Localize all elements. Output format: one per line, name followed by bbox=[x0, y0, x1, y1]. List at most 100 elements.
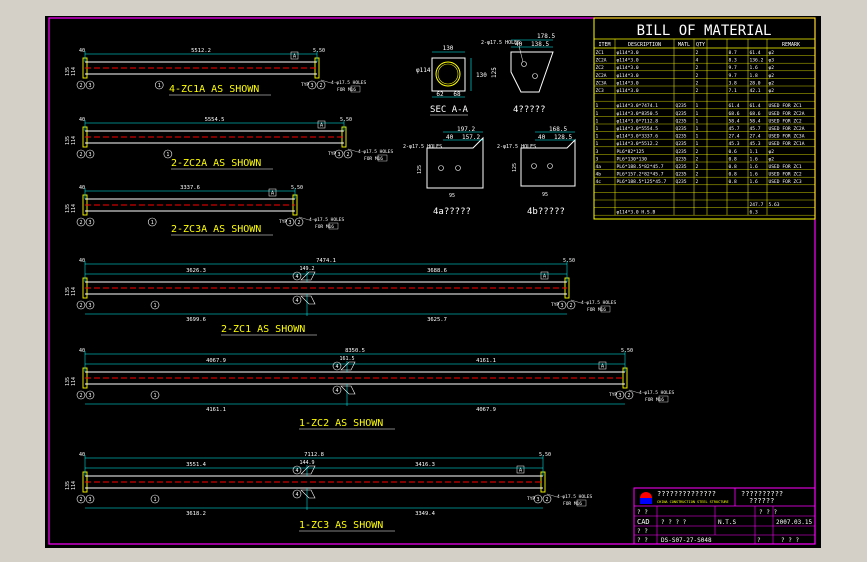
bom-cell: ZC1 bbox=[596, 50, 605, 56]
bom-cell: ZC3 bbox=[596, 88, 605, 94]
bom-cell: 3 bbox=[596, 156, 599, 162]
section-marker-letter: A bbox=[320, 123, 323, 129]
bom-cell: φ2 bbox=[769, 73, 775, 79]
detail-4a: 197.2 40 157.2 2-φ17.5 HOLES 125 95 4a??… bbox=[403, 126, 484, 217]
item-balloon-number: 4 bbox=[335, 364, 338, 370]
d4b-dim1: 168.5 bbox=[549, 126, 567, 133]
bom-cell: φ114*3.0*7474.1 bbox=[617, 103, 659, 109]
d4b-dim2: 40 bbox=[538, 134, 546, 141]
bom-cell: 2 bbox=[696, 73, 699, 79]
bom-cell: 5.63 bbox=[769, 202, 780, 208]
bom-cell: 1 bbox=[596, 103, 599, 109]
item-balloon-number: 3 bbox=[88, 497, 91, 503]
bom-cell: USED FOR ZC2 bbox=[769, 118, 802, 124]
gusset-plate bbox=[300, 489, 316, 499]
bom-cell: 27.4 bbox=[729, 134, 740, 140]
bom-cell: 4 bbox=[696, 58, 699, 64]
bom-cell: 1.6 bbox=[750, 164, 759, 170]
bom-cell: 1.8 bbox=[750, 73, 759, 79]
segment-dimension: 4161.1 bbox=[206, 407, 226, 413]
segment-dimension: 3349.4 bbox=[415, 511, 436, 517]
bom-cell: 61.4 bbox=[729, 103, 740, 109]
overall-dimension: 5512.2 bbox=[191, 48, 211, 54]
bom-cell: Q235 bbox=[676, 156, 687, 162]
item-balloon-number: 2 bbox=[319, 83, 322, 89]
bom-cell: USED FOR ZC3A bbox=[769, 134, 805, 140]
view-label: 2-ZC3A AS SHOWN bbox=[171, 224, 261, 235]
d4-dim3: 138.5 bbox=[531, 41, 549, 48]
section-marker-letter: A bbox=[271, 191, 274, 197]
end-dim: 5.50 bbox=[539, 452, 551, 458]
typ-note: TYP bbox=[328, 151, 336, 157]
item-balloon-number: 1 bbox=[153, 393, 156, 399]
d4a-dim3: 157.2 bbox=[462, 134, 480, 141]
bom-cell: 42.1 bbox=[750, 88, 761, 94]
view-label: 1-ZC2 AS SHOWN bbox=[299, 418, 383, 429]
d4b-dim3: 128.5 bbox=[554, 134, 572, 141]
bom-cell: 1 bbox=[696, 126, 699, 132]
typ-note: TYP bbox=[279, 219, 287, 225]
holes-note: 4-φ17.5 HOLES bbox=[581, 300, 617, 306]
bom-cell: 0.8 bbox=[729, 164, 738, 170]
segment-dimension: 3626.3 bbox=[186, 268, 206, 274]
bom-cell: φ2 bbox=[769, 156, 775, 162]
overall-dimension: 7112.8 bbox=[304, 452, 324, 458]
bom-cell: 61.4 bbox=[750, 103, 761, 109]
typ-note: TYP bbox=[527, 496, 535, 502]
bom-cell: φ114*3.0*8350.5 bbox=[617, 111, 659, 117]
gusset-plate bbox=[300, 295, 316, 305]
bom-header-cell: REMARK bbox=[782, 42, 800, 48]
bom-cell: 8.3 bbox=[729, 58, 738, 64]
bom-cell: φ114*3.0 H.S.B bbox=[617, 210, 656, 216]
member-view: 7474.140 5.50135 1142 3 3 21ATYP 4-φ17.5 HOLES… bbox=[65, 258, 617, 336]
gusset-plate bbox=[300, 465, 316, 475]
item-balloon-number: 2 bbox=[297, 220, 300, 226]
gusset-dimension: 144.9 bbox=[299, 460, 314, 466]
project-subtitle: ?????? bbox=[749, 497, 774, 505]
bom-cell: ZC2A bbox=[596, 58, 607, 64]
d4-holes: 2-φ17.5 HOLES bbox=[481, 40, 520, 46]
bom-cell: 1 bbox=[696, 118, 699, 124]
bom-cell: Q235 bbox=[676, 172, 687, 178]
end-dim: 5.50 bbox=[291, 185, 303, 191]
d4a-label: 4a????? bbox=[433, 207, 471, 217]
segment-dimension: 3699.6 bbox=[186, 317, 206, 323]
item-balloon-number: 1 bbox=[153, 303, 156, 309]
bom-cell: Q235 bbox=[676, 111, 687, 117]
end-dim: 40 bbox=[79, 452, 85, 458]
item-balloon-number: 4 bbox=[295, 298, 298, 304]
bom-cell: φ114*3.0 bbox=[617, 65, 639, 71]
bom-cell: 9.7 bbox=[729, 65, 738, 71]
view-label: 2-ZC2A AS SHOWN bbox=[171, 158, 261, 169]
d4a-holes: 2-φ17.5 HOLES bbox=[403, 144, 442, 150]
bom-cell: φ114*3.0 bbox=[617, 58, 639, 64]
d4a-side: 125 bbox=[417, 165, 423, 174]
bom-cell: ZC3A bbox=[596, 80, 607, 86]
item-balloon-number: 2 bbox=[79, 220, 82, 226]
d4a-dim2: 40 bbox=[446, 134, 454, 141]
bom-header-cell: DESCRIPTION bbox=[628, 42, 661, 48]
company-name-en: CHINA CONSTRUCTION STEEL STRUCTURE bbox=[657, 500, 729, 504]
bom-cell: 3.8 bbox=[729, 80, 738, 86]
overall-dimension: 7474.1 bbox=[316, 258, 336, 264]
detail-4b: 168.5 40 128.5 2-φ17.5 HOLES 125 95 4b??… bbox=[497, 126, 576, 217]
bom-cell: ZC2 bbox=[596, 65, 605, 71]
end-dim: 5.50 bbox=[313, 48, 325, 54]
segment-dimension: 4067.9 bbox=[476, 407, 496, 413]
segment-dimension: 3625.7 bbox=[427, 317, 447, 323]
section-marker-letter: A bbox=[543, 274, 546, 280]
bom-cell: 0.8 bbox=[729, 156, 738, 162]
bom-cell: 1 bbox=[596, 141, 599, 147]
sec-label: SEC A-A bbox=[430, 105, 469, 115]
member-view: 5512.240 5.50135 1142 3 3 21ATYP 4-φ17.5 HOLES… bbox=[65, 48, 367, 96]
member-views: 5512.240 5.50135 1142 3 3 21ATYP 4-φ17.5 HOLES… bbox=[65, 48, 675, 532]
overall-dimension: 8350.5 bbox=[345, 348, 365, 354]
side-dim: 114 bbox=[71, 67, 77, 76]
detail-4: 178.5 40 138.5 125 2-φ17.5 HOLES 4????? bbox=[481, 33, 555, 115]
segment-dimension: 4161.1 bbox=[476, 358, 496, 364]
bom-cell: Q235 bbox=[676, 134, 687, 140]
bom-cell: φ114*3.0*5554.5 bbox=[617, 126, 659, 132]
item-balloon-number: 3 bbox=[560, 303, 563, 309]
d4b-label: 4b????? bbox=[527, 207, 565, 217]
bom-cell: 4b bbox=[596, 172, 602, 178]
